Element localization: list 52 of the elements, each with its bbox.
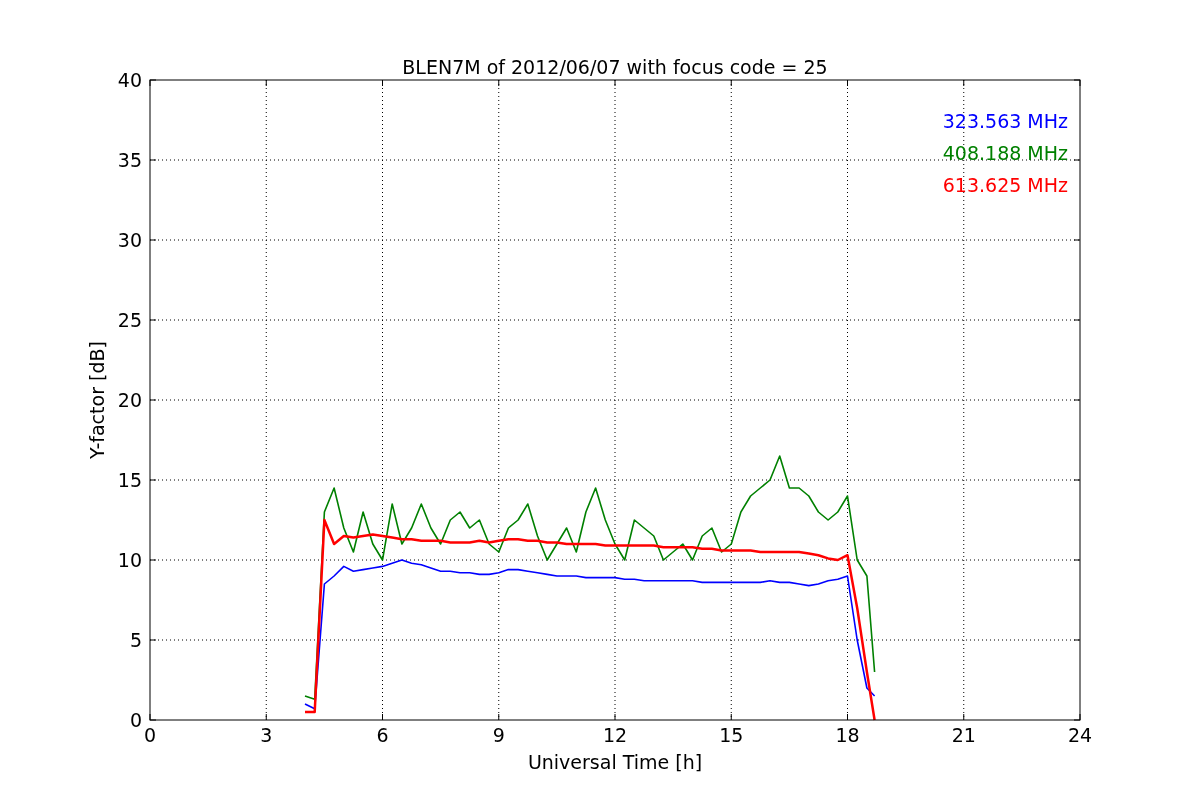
tick-mark: [1073, 639, 1081, 641]
x-tick-label: 18: [835, 724, 860, 746]
tick-mark: [149, 399, 157, 401]
legend-label: 613.625 MHz: [942, 174, 1068, 196]
y-tick-label: 5: [129, 629, 142, 651]
tick-mark: [149, 159, 157, 161]
tick-mark: [847, 79, 848, 87]
tick-mark: [149, 559, 157, 561]
chart-title: BLEN7M of 2012/06/07 with focus code = 25: [402, 56, 828, 78]
x-tick-label: 9: [492, 724, 505, 746]
y-axis-label: Y-factor [dB]: [86, 341, 108, 459]
tick-mark: [614, 713, 616, 721]
x-axis-label: Universal Time [h]: [527, 751, 703, 773]
x-tick-label: 6: [376, 724, 389, 746]
tick-mark: [149, 479, 157, 481]
tick-mark: [382, 79, 383, 87]
tick-mark: [730, 79, 732, 87]
tick-mark: [149, 639, 157, 641]
tick-mark: [963, 713, 965, 721]
tick-mark: [1073, 319, 1081, 321]
y-tick-label: 0: [129, 709, 142, 731]
tick-mark: [1073, 479, 1081, 481]
x-tick-label: 3: [260, 724, 273, 746]
legend-label: 408.188 MHz: [942, 142, 1068, 164]
x-tick-label: 15: [719, 724, 744, 746]
tick-mark: [149, 319, 157, 321]
y-tick-label: 30: [117, 229, 142, 251]
y-tick-label: 15: [117, 469, 142, 491]
y-tick-label: 10: [117, 549, 142, 571]
y-tick-label: 20: [117, 389, 142, 411]
tick-mark: [265, 713, 267, 721]
tick-mark: [1073, 399, 1081, 401]
tick-mark: [265, 79, 267, 87]
tick-mark: [1073, 559, 1081, 561]
tick-mark: [498, 79, 500, 87]
y-tick-label: 40: [117, 69, 142, 91]
tick-mark: [730, 713, 732, 721]
tick-mark: [614, 79, 616, 87]
tick-mark: [149, 239, 157, 241]
legend-label: 323.563 MHz: [942, 110, 1068, 132]
tick-mark: [1073, 239, 1081, 241]
x-tick-label: 0: [143, 724, 157, 746]
x-tick-label: 21: [951, 724, 976, 746]
y-tick-label: 25: [117, 309, 142, 331]
tick-mark: [963, 79, 965, 87]
tick-mark: [1073, 159, 1081, 161]
tick-mark: [382, 713, 383, 721]
x-tick-label: 24: [1067, 724, 1093, 746]
x-tick-label: 12: [602, 724, 628, 746]
y-tick-label: 35: [117, 149, 142, 171]
tick-mark: [847, 713, 848, 721]
tick-mark: [498, 713, 500, 721]
